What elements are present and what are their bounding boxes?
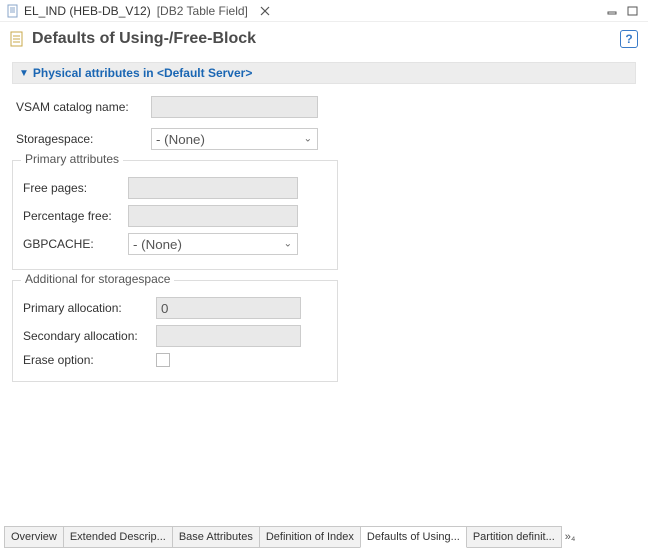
free-pages-row: Free pages: (23, 177, 327, 199)
free-pages-label: Free pages: (23, 181, 128, 195)
editor-title: EL_IND (HEB-DB_V12) (24, 4, 151, 18)
vsam-catalog-input[interactable] (151, 96, 318, 118)
erase-option-checkbox[interactable] (156, 353, 170, 367)
document-icon (6, 4, 20, 18)
secondary-allocation-input[interactable] (156, 325, 301, 347)
tab-bar: Overview Extended Descrip... Base Attrib… (4, 526, 644, 548)
percentage-free-label: Percentage free: (23, 209, 128, 223)
page-header: Defaults of Using-/Free-Block ? (0, 22, 648, 54)
primary-attributes-title: Primary attributes (21, 152, 123, 166)
tab-defaults-of-using[interactable]: Defaults of Using... (360, 526, 467, 548)
tab-overflow-button[interactable]: »₄ (561, 526, 580, 548)
section-title[interactable]: Physical attributes in <Default Server> (33, 66, 252, 80)
tab-definition-of-index[interactable]: Definition of Index (259, 526, 361, 548)
vsam-catalog-row: VSAM catalog name: (16, 96, 632, 118)
primary-allocation-row: Primary allocation: (23, 297, 327, 319)
primary-attributes-group: Primary attributes Free pages: Percentag… (12, 160, 338, 270)
gbpcache-row: GBPCACHE: ⌄ (23, 233, 327, 255)
secondary-allocation-label: Secondary allocation: (23, 329, 156, 343)
tab-overview[interactable]: Overview (4, 526, 64, 548)
vsam-catalog-label: VSAM catalog name: (16, 100, 151, 114)
primary-allocation-input[interactable] (156, 297, 301, 319)
erase-option-row: Erase option: (23, 353, 327, 367)
free-pages-input[interactable] (128, 177, 298, 199)
erase-option-label: Erase option: (23, 353, 156, 367)
tab-partition-definition[interactable]: Partition definit... (466, 526, 562, 548)
tab-base-attributes[interactable]: Base Attributes (172, 526, 260, 548)
editor-subtitle: [DB2 Table Field] (157, 4, 248, 18)
page-icon (10, 31, 26, 47)
minimize-button[interactable] (604, 3, 622, 19)
gbpcache-label: GBPCACHE: (23, 237, 128, 251)
editor-title-bar: EL_IND (HEB-DB_V12) [DB2 Table Field] (0, 0, 648, 22)
gbpcache-select[interactable] (128, 233, 298, 255)
additional-storagespace-group: Additional for storagespace Primary allo… (12, 280, 338, 382)
page-title: Defaults of Using-/Free-Block (32, 30, 620, 48)
collapse-icon[interactable]: ▼ (19, 68, 29, 79)
tab-extended-description[interactable]: Extended Descrip... (63, 526, 173, 548)
additional-storagespace-title: Additional for storagespace (21, 272, 174, 286)
percentage-free-row: Percentage free: (23, 205, 327, 227)
help-button[interactable]: ? (620, 30, 638, 48)
storagespace-row: Storagespace: ⌄ (16, 128, 632, 150)
storagespace-label: Storagespace: (16, 132, 151, 146)
section-header[interactable]: ▼ Physical attributes in <Default Server… (12, 62, 636, 84)
secondary-allocation-row: Secondary allocation: (23, 325, 327, 347)
maximize-button[interactable] (624, 3, 642, 19)
primary-allocation-label: Primary allocation: (23, 301, 156, 315)
percentage-free-input[interactable] (128, 205, 298, 227)
close-editor-button[interactable] (260, 4, 270, 18)
content-area: ▼ Physical attributes in <Default Server… (0, 52, 648, 527)
storagespace-select[interactable] (151, 128, 318, 150)
